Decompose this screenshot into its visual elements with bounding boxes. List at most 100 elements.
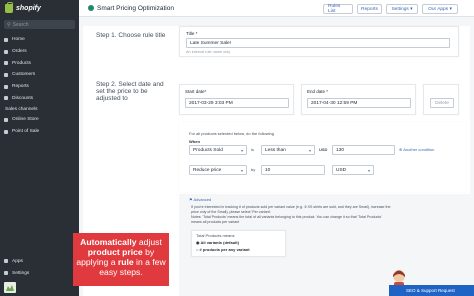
- radio-all-variants[interactable]: ◉ All variants (default): [196, 240, 239, 246]
- action-unit-select[interactable]: USD ▾: [332, 165, 374, 175]
- condition-value-input[interactable]: 130: [332, 145, 395, 155]
- condition-field-select[interactable]: Products Sold ▾: [189, 145, 247, 155]
- apps-icon: [4, 259, 8, 264]
- sidebar-item-settings[interactable]: Settings: [0, 267, 79, 279]
- shopify-bag-icon: [5, 2, 13, 13]
- title-field-label: Title *: [186, 31, 198, 36]
- total-products-box: Total Products means ◉ All variants (def…: [191, 230, 286, 257]
- app-logo-icon: [88, 5, 94, 11]
- condition-comparator-select[interactable]: Less than ▾: [261, 145, 315, 155]
- search-placeholder: Search: [12, 21, 29, 28]
- sidebar-item-label: Orders: [12, 49, 27, 55]
- sidebar-item-point-of-sale[interactable]: Point of Sale: [0, 126, 79, 138]
- chevron-down-icon: ▾: [240, 147, 243, 153]
- action-value: Reduce price: [193, 167, 222, 173]
- conditions-panel: For all products selected below, do the …: [179, 122, 466, 192]
- sidebar-item-apps[interactable]: Apps: [0, 256, 79, 268]
- another-condition-label: Another condition: [403, 147, 435, 152]
- advanced-toggle[interactable]: ⚑ Advanced: [189, 197, 211, 203]
- callout-word: applying a: [76, 257, 116, 267]
- end-date-label: End date *: [307, 89, 329, 94]
- sidebar-item-home[interactable]: Home: [0, 34, 79, 46]
- action-select[interactable]: Reduce price ▾: [189, 165, 247, 175]
- shopify-logo[interactable]: shopify: [0, 0, 79, 17]
- radio-per-variant-label: # products per any variant: [199, 247, 250, 252]
- discounts-icon: [4, 96, 8, 101]
- search-icon: ⚲: [7, 21, 11, 28]
- store-logo-icon: [6, 284, 14, 291]
- condition-field-value: Products Sold: [193, 147, 223, 153]
- sidebar-item-label: Online Store: [12, 117, 39, 123]
- search-input[interactable]: ⚲ Search: [4, 20, 75, 29]
- callout-word: Automatically: [80, 237, 137, 247]
- when-label: When: [189, 139, 200, 144]
- conditions-intro: For all products selected below, do the …: [189, 131, 274, 136]
- gear-icon: [4, 271, 8, 276]
- radio-unchecked-icon: ○: [196, 247, 199, 252]
- radio-all-variants-label: All variants (default): [200, 240, 239, 245]
- sidebar-item-label: Customers: [12, 72, 36, 78]
- sidebar-item-label: Apps: [12, 258, 23, 264]
- products-icon: [4, 61, 8, 66]
- action-unit-value: USD: [336, 167, 347, 173]
- brand-name: shopify: [16, 5, 41, 12]
- sidebar-item-online-store[interactable]: Online Store: [0, 114, 79, 126]
- our-apps-dropdown[interactable]: Our Apps ▾: [422, 4, 458, 14]
- home-icon: [4, 37, 8, 42]
- currency-label: USD: [319, 147, 328, 152]
- callout-word: adjust: [138, 237, 162, 247]
- sidebar: shopify ⚲ Search Home Orders Products Cu…: [0, 0, 79, 296]
- start-date-input[interactable]: 2017-03-29 3:03 PM: [185, 98, 289, 108]
- reports-icon: [4, 84, 8, 89]
- callout-word: product price: [87, 247, 143, 257]
- another-condition-link[interactable]: ⊕ Another condition: [399, 147, 434, 153]
- plus-circle-icon: ⊕: [399, 147, 403, 152]
- rule-title-input[interactable]: Late Summer Sale!: [186, 38, 450, 48]
- reports-button[interactable]: Reports: [357, 4, 382, 14]
- advanced-title: Advanced: [193, 197, 212, 202]
- start-date-panel: Start date* 2017-03-29 3:03 PM: [179, 84, 294, 115]
- delete-button[interactable]: Delete: [430, 98, 454, 108]
- advanced-line-4: means all products per variant: [191, 220, 240, 224]
- seo-support-badge[interactable]: SEO & Support Request: [389, 285, 474, 296]
- radio-checked-icon: ◉: [196, 240, 200, 245]
- sidebar-item-label: Reports: [12, 84, 29, 90]
- sidebar-item-label: Settings: [12, 270, 30, 276]
- end-date-input[interactable]: 2017-04-30 12:59 PM: [307, 98, 411, 108]
- action-by-label: by: [251, 167, 256, 172]
- point-of-sale-icon: [4, 129, 8, 134]
- sidebar-item-reports[interactable]: Reports: [0, 81, 79, 93]
- chevron-down-icon: ▾: [367, 167, 370, 173]
- condition-comparator-value: Less than: [265, 147, 286, 153]
- online-store-icon: [4, 117, 8, 122]
- callout-word: by: [145, 247, 155, 257]
- settings-dropdown[interactable]: Settings ▾: [386, 4, 418, 14]
- title-hint: An internal rule name only: [186, 50, 231, 54]
- rules-list-button[interactable]: Rules List: [323, 4, 353, 14]
- orders-icon: [4, 49, 8, 54]
- promo-callout: Automatically adjust product price by ap…: [73, 233, 169, 286]
- sidebar-item-discounts[interactable]: Discounts: [0, 92, 79, 104]
- app-header: Smart Pricing Optimization Rules List Re…: [79, 0, 474, 17]
- store-avatar[interactable]: [4, 282, 16, 293]
- total-products-label: Total Products means: [196, 233, 235, 238]
- sidebar-bottom: Apps Settings: [0, 256, 79, 296]
- app-title: Smart Pricing Optimization: [97, 4, 174, 12]
- condition-is-label: is: [251, 147, 254, 152]
- step1-panel: Title * Late Summer Sale! An internal ru…: [179, 26, 459, 57]
- delete-panel: Delete: [423, 84, 459, 115]
- sidebar-item-orders[interactable]: Orders: [0, 46, 79, 58]
- callout-word: rule: [117, 257, 134, 267]
- sidebar-item-label: Home: [12, 37, 25, 43]
- chevron-down-icon: ▾: [240, 167, 243, 173]
- sidebar-item-products[interactable]: Products: [0, 57, 79, 69]
- step1-title: Step 1. Choose rule title: [96, 32, 166, 39]
- radio-per-variant[interactable]: ○ # products per any variant: [196, 247, 250, 253]
- sidebar-item-customers[interactable]: Customers: [0, 69, 79, 81]
- sales-channels-heading: Sales channels: [5, 107, 38, 113]
- action-value-input[interactable]: 10: [261, 165, 325, 175]
- customers-icon: [4, 72, 8, 77]
- advanced-section: ⚑ Advanced If you're interested in track…: [179, 194, 470, 296]
- start-date-label: Start date*: [185, 89, 207, 94]
- advanced-description: If you're interested in tracking # of pr…: [191, 205, 466, 225]
